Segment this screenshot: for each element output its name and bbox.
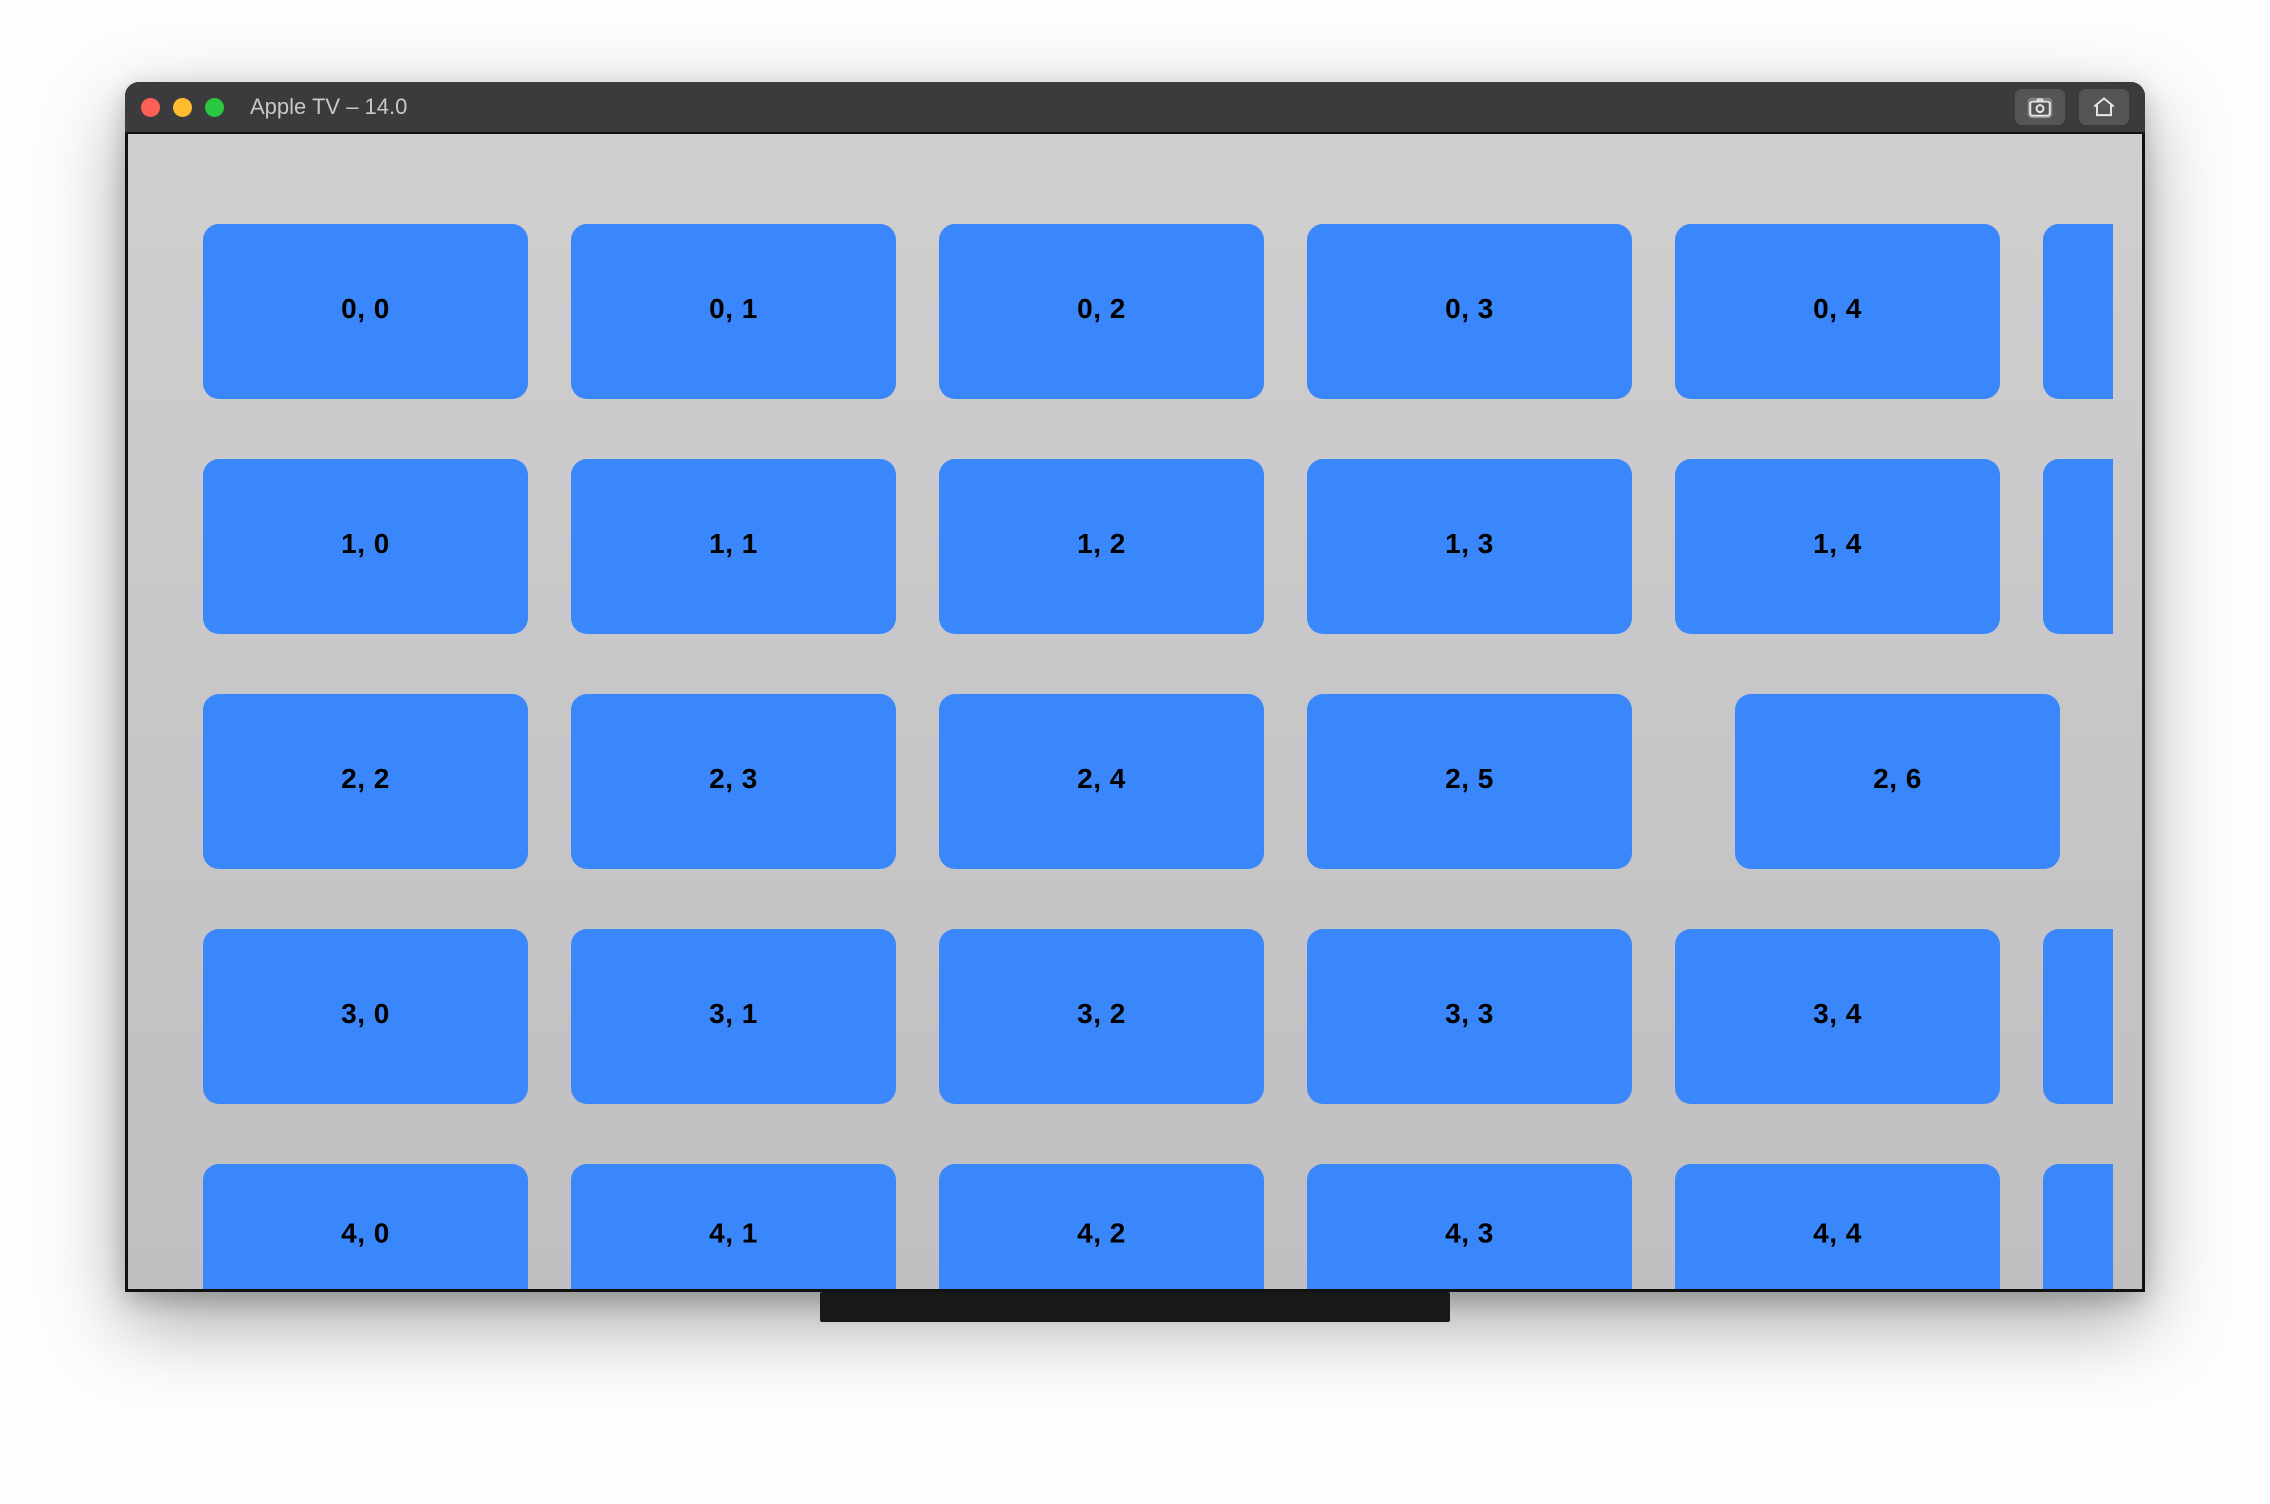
minimize-button[interactable] [173, 98, 192, 117]
grid-cell[interactable]: 0, 4 [1675, 224, 2000, 399]
grid-cell[interactable]: 3, 2 [939, 929, 1264, 1104]
grid-cell[interactable]: 4, 2 [939, 1164, 1264, 1289]
card-grid: 0, 0 0, 1 0, 2 0, 3 0, 4 1, 0 1, 1 1, 2 1, 3 1, 4… [128, 224, 2113, 1289]
grid-cell-label: 3, 0 [341, 997, 390, 1029]
toolbar [2015, 89, 2129, 125]
grid-cell-label: 2, 2 [341, 762, 390, 794]
grid-cell-label: 1, 0 [341, 527, 390, 559]
grid-cell[interactable]: 4, 3 [1307, 1164, 1632, 1289]
grid-cell-label: 2, 3 [709, 762, 758, 794]
camera-icon [2027, 94, 2053, 120]
grid-cell-label: 4, 2 [1077, 1217, 1126, 1249]
grid-cell[interactable]: 0, 2 [939, 224, 1264, 399]
grid-cell-label: 2, 4 [1077, 762, 1126, 794]
grid-cell[interactable]: 3, 0 [203, 929, 528, 1104]
grid-cell[interactable]: 1, 4 [1675, 459, 2000, 634]
grid-row: 2, 2 2, 3 2, 4 2, 5 2, 6 [203, 694, 2113, 869]
grid-cell[interactable]: 3, 3 [1307, 929, 1632, 1104]
simulator-window: Apple TV – 14.0 0, 00, 10, 20, 30, 41 [125, 82, 2145, 1292]
grid-cell[interactable]: 1, 0 [203, 459, 528, 634]
grid-cell-label: 1, 1 [709, 527, 758, 559]
grid-cell-label: 0, 2 [1077, 292, 1126, 324]
tv-screen: 0, 0 0, 1 0, 2 0, 3 0, 4 1, 0 1, 1 1, 2 1, 3 1, 4… [125, 132, 2145, 1292]
grid-cell-partial[interactable] [2043, 1164, 2113, 1289]
grid-cell-partial[interactable] [2043, 459, 2113, 634]
grid-cell-label: 3, 4 [1813, 997, 1862, 1029]
window-title: Apple TV – 14.0 [250, 94, 407, 120]
grid-cell-label: 2, 6 [1873, 762, 1922, 794]
grid-cell[interactable]: 2, 5 [1307, 694, 1632, 869]
grid-cell-label: 4, 1 [709, 1217, 758, 1249]
grid-viewport: 0, 0 0, 1 0, 2 0, 3 0, 4 1, 0 1, 1 1, 2 1, 3 1, 4… [128, 134, 2142, 1289]
zoom-button[interactable] [205, 98, 224, 117]
grid-cell[interactable]: 0, 3 [1307, 224, 1632, 399]
grid-cell[interactable]: 4, 0 [203, 1164, 528, 1289]
grid-cell-partial[interactable] [2043, 929, 2113, 1104]
home-icon [2091, 94, 2117, 120]
grid-cell[interactable]: 4, 1 [571, 1164, 896, 1289]
grid-row: 3, 0 3, 1 3, 2 3, 3 3, 4 [203, 929, 2113, 1104]
grid-cell-label: 3, 3 [1445, 997, 1494, 1029]
grid-row: 4, 0 4, 1 4, 2 4, 3 4, 4 [203, 1164, 2113, 1289]
grid-cell-label: 1, 4 [1813, 527, 1862, 559]
traffic-lights [141, 98, 224, 117]
grid-cell[interactable]: 1, 1 [571, 459, 896, 634]
grid-cell-label: 1, 3 [1445, 527, 1494, 559]
grid-cell-label: 0, 4 [1813, 292, 1862, 324]
close-button[interactable] [141, 98, 160, 117]
grid-cell-label: 3, 2 [1077, 997, 1126, 1029]
grid-cell[interactable]: 1, 2 [939, 459, 1264, 634]
screenshot-button[interactable] [2015, 89, 2065, 125]
grid-cell-label: 0, 1 [709, 292, 758, 324]
grid-cell[interactable]: 1, 3 [1307, 459, 1632, 634]
grid-cell-label: 0, 0 [341, 292, 390, 324]
grid-cell[interactable]: 0, 1 [571, 224, 896, 399]
grid-cell[interactable]: 2, 6 [1735, 694, 2060, 869]
grid-cell[interactable]: 3, 4 [1675, 929, 2000, 1104]
grid-cell-label: 2, 5 [1445, 762, 1494, 794]
grid-row: 0, 0 0, 1 0, 2 0, 3 0, 4 [203, 224, 2113, 399]
grid-cell-label: 4, 0 [341, 1217, 390, 1249]
grid-cell[interactable]: 4, 4 [1675, 1164, 2000, 1289]
grid-cell[interactable]: 2, 4 [939, 694, 1264, 869]
tv-stand [820, 1292, 1450, 1322]
grid-cell-label: 1, 2 [1077, 527, 1126, 559]
home-button[interactable] [2079, 89, 2129, 125]
grid-row: 1, 0 1, 1 1, 2 1, 3 1, 4 [203, 459, 2113, 634]
grid-cell[interactable]: 2, 2 [203, 694, 528, 869]
grid-cell-partial[interactable] [2043, 224, 2113, 399]
grid-cell-label: 0, 3 [1445, 292, 1494, 324]
grid-cell[interactable]: 3, 1 [571, 929, 896, 1104]
grid-cell-label: 3, 1 [709, 997, 758, 1029]
grid-cell-label: 4, 4 [1813, 1217, 1862, 1249]
grid-cell[interactable]: 2, 3 [571, 694, 896, 869]
titlebar: Apple TV – 14.0 [125, 82, 2145, 132]
grid-cell[interactable]: 0, 0 [203, 224, 528, 399]
grid-cell-label: 4, 3 [1445, 1217, 1494, 1249]
